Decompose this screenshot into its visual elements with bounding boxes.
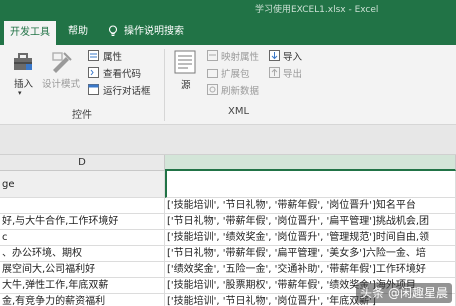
expansion-packs-icon [207,69,218,78]
cell-d[interactable]: 大牛,弹性工作,年底双薪 [0,278,165,294]
map-properties-label: 映射属性 [221,52,260,63]
window-title: 学习使用EXCEL1.xlsx - Excel [255,5,379,15]
cell-d[interactable]: 、办公环境、期权 [0,246,165,262]
tab-tell-me[interactable]: 操作说明搜索 [102,18,190,45]
xml-group-label: XML [228,106,250,117]
cell-d[interactable]: 金,有竞争力的薪资福利 [0,294,165,306]
column-header-d[interactable]: D [0,155,165,171]
design-mode-label: 设计模式 [42,79,81,90]
run-dialog-label: 运行对话框 [103,86,151,97]
cell-d[interactable]: 好,与大牛合作,工作环境好 [0,214,165,230]
header-cell-e[interactable] [165,171,456,198]
export-icon [269,67,280,78]
map-properties-icon [207,50,218,61]
properties-label: 属性 [103,52,123,63]
formula-bar-area [0,125,456,155]
refresh-icon [207,84,218,95]
xml-source-icon [174,50,196,74]
design-mode-icon [52,52,72,73]
cell-e[interactable]: ['技能培训', '绩效奖金', '岗位晋升', '管理规范']时间自由,领 [165,230,456,246]
cell-d[interactable]: c [0,230,165,246]
cell-e[interactable]: ['技能培训', '节日礼物', '带薪年假', '岗位晋升']知名平台 [165,198,456,214]
dropdown-arrow-icon: ▾ [18,89,22,97]
view-code-label: 查看代码 [103,69,142,80]
run-dialog-icon [88,84,99,95]
properties-icon [88,50,99,61]
import-icon [269,50,280,61]
view-code-icon [88,67,99,78]
lightbulb-icon [108,25,118,36]
cell-e[interactable]: ['节日礼物', '带薪年假', '扁平管理', '美女多']六险一金、培 [165,246,456,262]
cell-e[interactable]: ['节日礼物', '带薪年假', '岗位晋升', '扁平管理']挑战机会,团 [165,214,456,230]
tab-developer[interactable]: 开发工具 [4,21,56,45]
controls-group-label: 控件 [72,110,92,121]
watermark: 头条 @闲趣星晨 [356,283,452,303]
cell-e[interactable]: ['绩效奖金', '五险一金', '交通补助', '带薪年假']工作环境好 [165,262,456,278]
tab-help[interactable]: 帮助 [62,18,94,45]
title-bar: 学习使用EXCEL1.xlsx - Excel [0,0,456,18]
column-header-e[interactable] [165,155,456,171]
refresh-data-label: 刷新数据 [221,86,260,97]
header-cell-d[interactable]: ge [0,171,165,198]
cell-d[interactable]: 展空间大,公司福利好 [0,262,165,278]
expansion-packs-label: 扩展包 [221,69,250,80]
ribbon: 插入 ▾ 设计模式 属性 查看代码 运行对话框 控件 源 映射属性 扩展包 刷新… [0,45,456,125]
source-label: 源 [181,80,191,91]
cell-d[interactable] [0,198,165,214]
group-separator [164,49,165,121]
tell-me-label: 操作说明搜索 [124,26,184,37]
toolbox-icon [14,53,32,70]
ribbon-tab-bar: 开发工具 帮助 操作说明搜索 [0,18,456,45]
insert-label: 插入 [14,79,34,90]
import-label: 导入 [283,52,303,63]
export-label: 导出 [283,69,303,80]
